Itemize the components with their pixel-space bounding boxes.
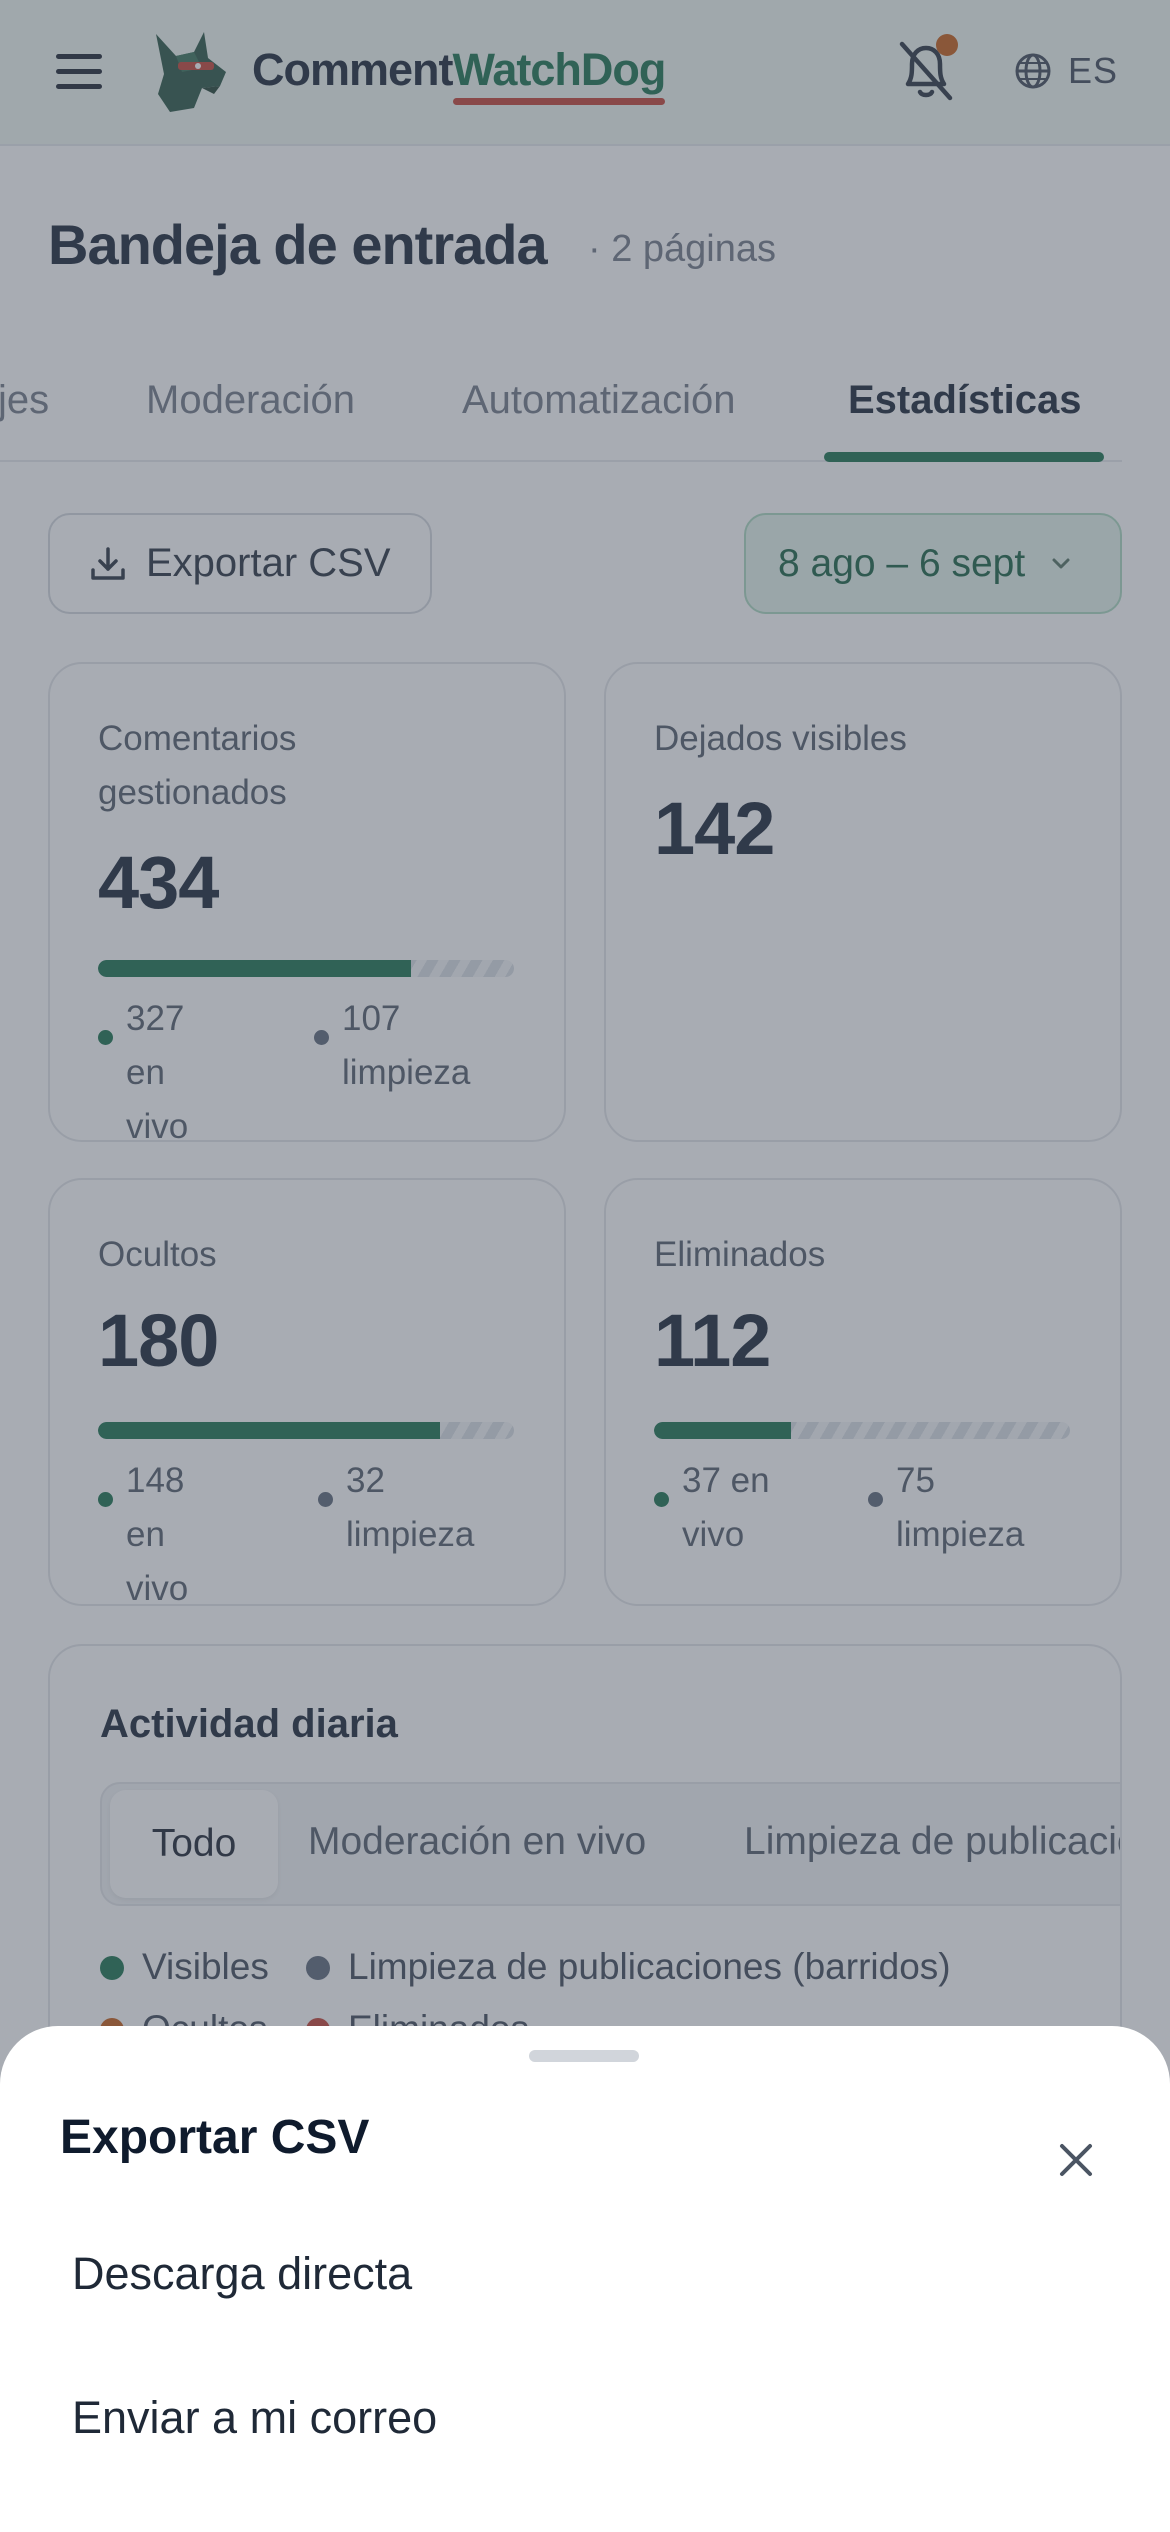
export-csv-sheet: Exportar CSV Descarga directa Enviar a m… — [0, 2026, 1170, 2532]
close-icon[interactable] — [1054, 2138, 1098, 2182]
sheet-title: Exportar CSV — [60, 2111, 370, 2164]
sheet-drag-handle[interactable] — [529, 2050, 639, 2062]
option-direct-download[interactable]: Descarga directa — [72, 2248, 412, 2300]
option-send-email[interactable]: Enviar a mi correo — [72, 2392, 437, 2444]
